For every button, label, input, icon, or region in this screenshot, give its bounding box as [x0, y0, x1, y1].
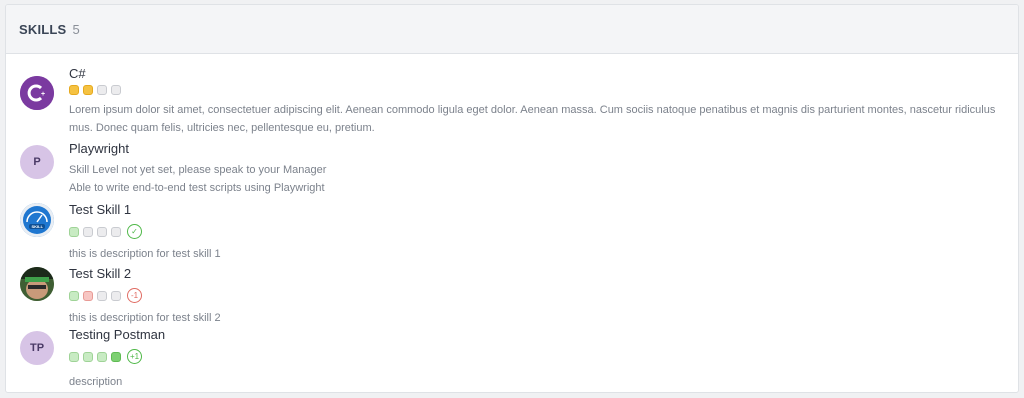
- skill-description: description: [69, 376, 123, 388]
- level-dot: [83, 290, 93, 301]
- skill-level-note: Skill Level not yet set, please speak to…: [69, 164, 327, 176]
- profile-photo: [20, 267, 54, 301]
- svg-text:+: +: [41, 91, 45, 98]
- skill-description: Lorem ipsum dolor sit amet, consectetuer…: [69, 104, 996, 134]
- skill-name: Playwright: [69, 141, 129, 156]
- level-dot: [83, 85, 93, 95]
- skill-name: Testing Postman: [69, 327, 166, 342]
- level-dot: [69, 351, 79, 362]
- approved-check-icon: ✓: [127, 224, 142, 239]
- level-dot: [111, 85, 121, 95]
- skill-count: 5: [72, 21, 80, 37]
- skill-gauge-icon: SKILL: [20, 203, 54, 237]
- skill-name: Test Skill 2: [69, 266, 132, 281]
- skill-level-indicator: [69, 85, 125, 95]
- avatar-initials: TP: [20, 331, 54, 365]
- skill-description: Able to write end-to-end test scripts us…: [69, 182, 325, 194]
- svg-text:SKILL: SKILL: [32, 224, 44, 229]
- avatar-initials: P: [20, 145, 54, 179]
- level-dot: [111, 351, 121, 362]
- level-dot: [69, 226, 79, 237]
- level-dot: [97, 290, 107, 301]
- level-dot: [111, 290, 121, 301]
- level-dot: [97, 226, 107, 237]
- level-dot: [83, 351, 93, 362]
- level-dot: [111, 226, 121, 237]
- level-dot: [83, 226, 93, 237]
- level-dot: [97, 85, 107, 95]
- level-dot: [69, 85, 79, 95]
- skill-description: this is description for test skill 2: [69, 312, 221, 324]
- level-dot: [69, 290, 79, 301]
- csharp-logo-icon: +: [20, 76, 54, 110]
- card-title: SKILLS: [19, 21, 67, 37]
- skill-description: this is description for test skill 1: [69, 248, 221, 260]
- card-header: SKILLS 5: [6, 5, 1018, 54]
- skills-card: SKILLS 5 + C# Lorem ipsum dolor sit amet…: [5, 4, 1019, 393]
- level-dot: [97, 351, 107, 362]
- level-change-badge: -1: [127, 288, 142, 303]
- skill-level-indicator: +1: [69, 349, 142, 364]
- skill-name: Test Skill 1: [69, 202, 132, 217]
- skill-level-indicator: ✓: [69, 224, 142, 239]
- skill-level-indicator: -1: [69, 288, 142, 303]
- level-change-badge: +1: [127, 349, 142, 364]
- skill-name: C#: [69, 66, 86, 81]
